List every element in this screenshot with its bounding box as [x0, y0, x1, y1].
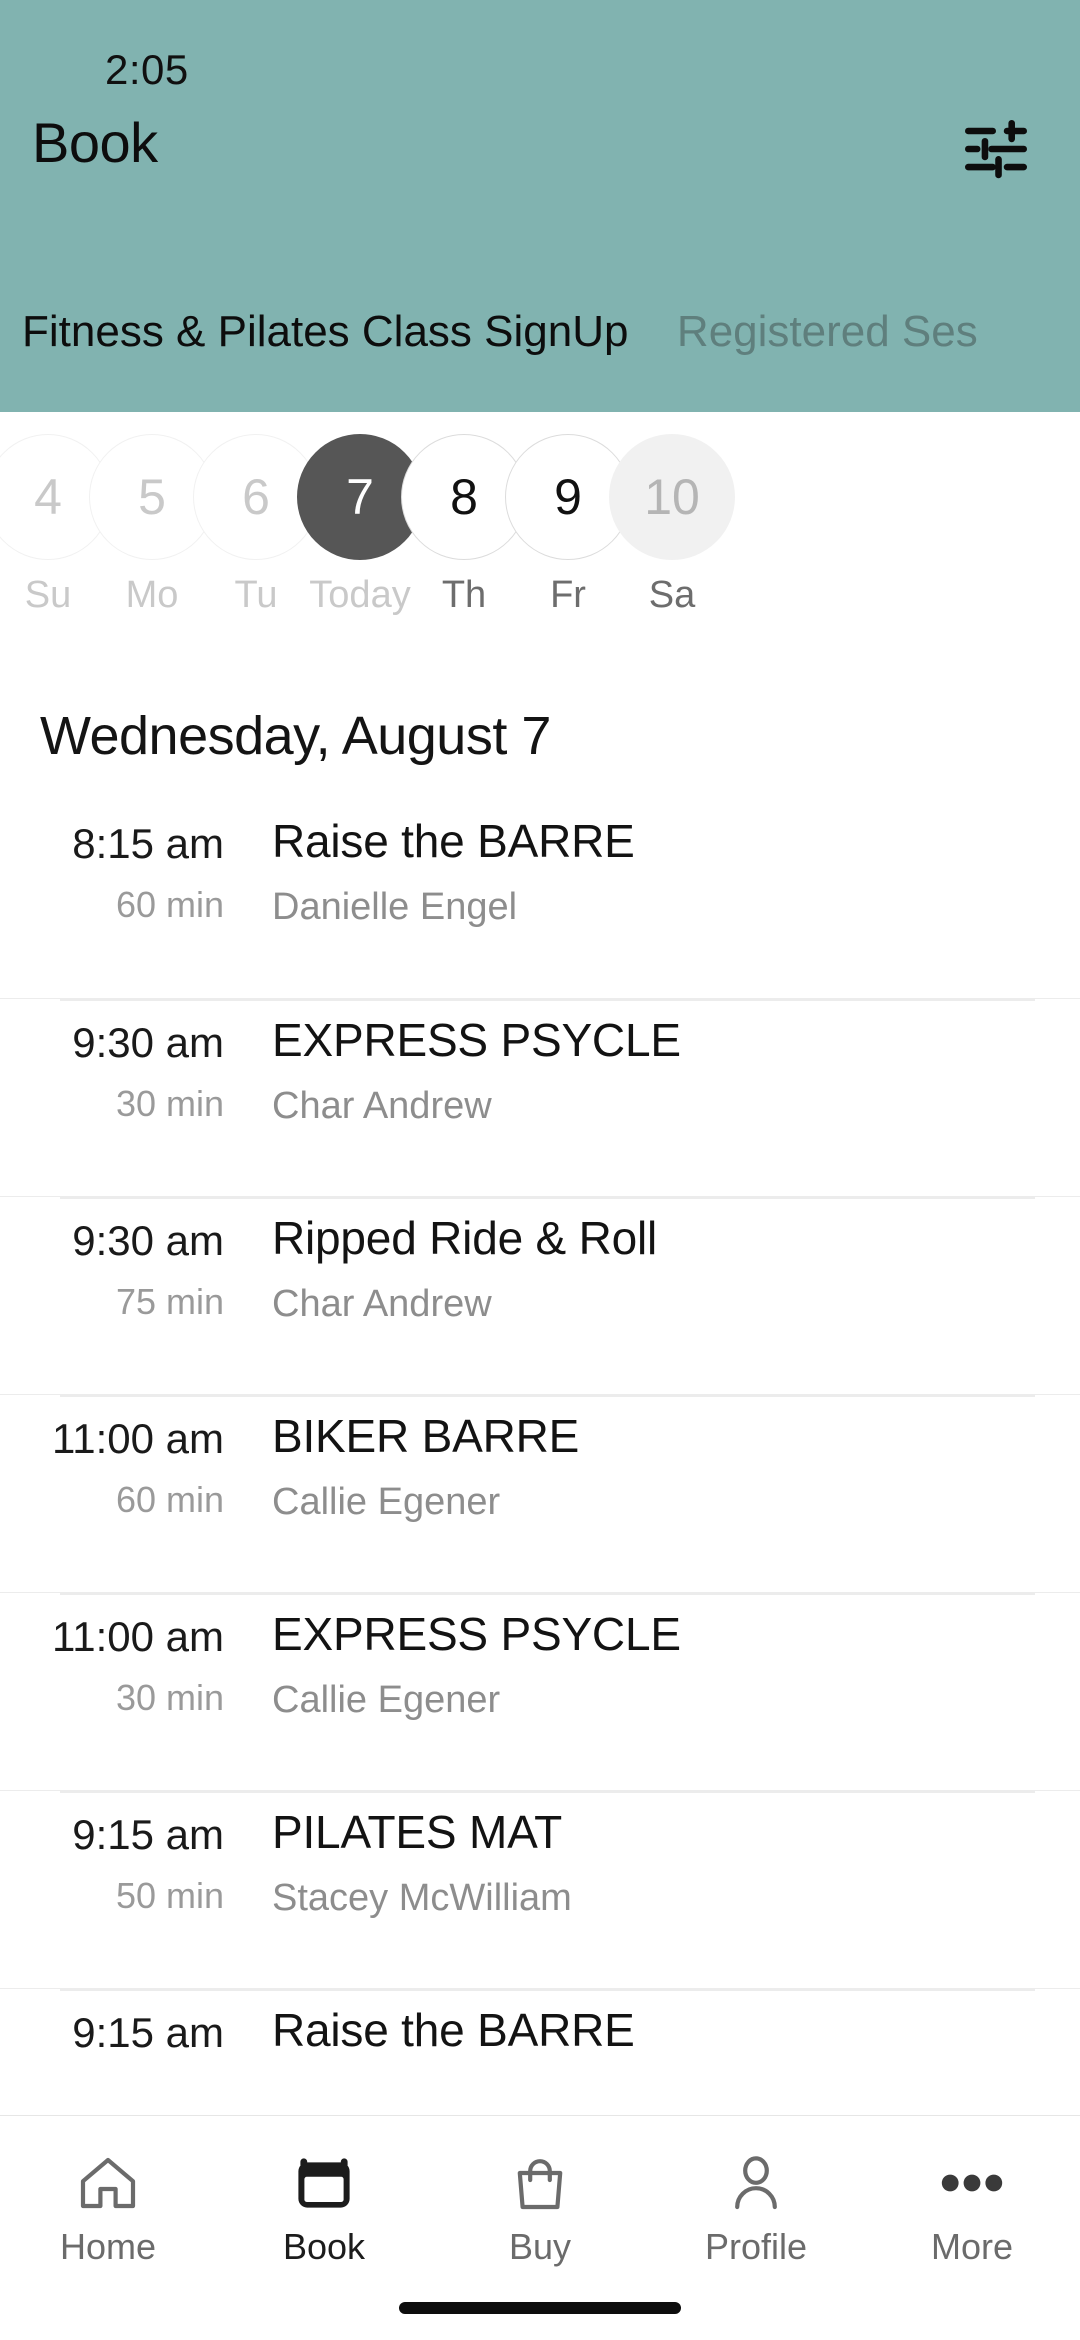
calendar-icon	[216, 2152, 432, 2214]
row-divider	[60, 1593, 1035, 1595]
tab-registered-sessions[interactable]: Registered Ses	[633, 286, 978, 378]
header-tabs[interactable]: Fitness & Pilates Class SignUp Registere…	[0, 286, 1080, 378]
row-divider	[60, 1395, 1035, 1397]
class-name: Raise the BARRE	[272, 2004, 635, 2056]
class-list[interactable]: 8:15 am 60 min Raise the BARRE Danielle …	[0, 800, 1080, 2340]
class-duration: 30 min	[115, 1083, 224, 1124]
class-duration: 60 min	[115, 1479, 224, 1520]
class-time-column: 9:15 am 50 min	[0, 1791, 224, 1917]
class-duration: 50 min	[115, 1875, 224, 1916]
row-divider	[60, 1197, 1035, 1199]
status-bar-clock: 2:05	[105, 46, 189, 93]
class-start-time: 8:15 am	[72, 820, 224, 867]
class-start-time: 9:15 am	[72, 1811, 224, 1858]
nav-item-book[interactable]: Book	[216, 2116, 432, 2268]
ellipsis-icon	[864, 2152, 1080, 2214]
class-time-column: 9:30 am 30 min	[0, 999, 224, 1125]
nav-item-profile[interactable]: Profile	[648, 2116, 864, 2268]
day-item-10[interactable]: 10 Sa	[597, 434, 747, 617]
class-instructor: Callie Egener	[272, 1679, 501, 1721]
row-divider	[60, 1989, 1035, 1991]
class-info-column: BIKER BARRE Callie Egener	[224, 1395, 1080, 1524]
class-start-time: 9:15 am	[72, 2009, 224, 2056]
page-title: Book	[32, 111, 158, 174]
day-weekday: Sa	[648, 574, 696, 616]
class-start-time: 11:00 am	[52, 1415, 224, 1462]
class-instructor: Char Andrew	[272, 1085, 492, 1127]
tab-fitness-pilates-class-signup[interactable]: Fitness & Pilates Class SignUp	[0, 286, 628, 378]
bottom-navigation[interactable]: Home Book Buy Profile More	[0, 2115, 1080, 2340]
class-name: EXPRESS PSYCLE	[272, 1014, 681, 1066]
nav-label: Profile	[704, 2226, 808, 2267]
tune-icon[interactable]	[960, 118, 1032, 180]
class-instructor: Danielle Engel	[272, 886, 518, 928]
class-start-time: 9:30 am	[72, 1217, 224, 1264]
app-header: 2:05 Book Fitness & Pilates Class SignUp…	[0, 0, 1080, 412]
nav-label: Book	[282, 2226, 366, 2267]
class-list-item[interactable]: 9:15 am 50 min PILATES MAT Stacey McWill…	[0, 1790, 1080, 1988]
phone-screen: 2:05 Book Fitness & Pilates Class SignUp…	[0, 0, 1080, 2340]
class-duration: 75 min	[115, 1281, 224, 1322]
class-duration: 60 min	[115, 884, 224, 925]
status-bar: 2:05	[0, 0, 1080, 96]
day-selector[interactable]: 4 Su 5 Mo 6 Tu 7 Today 8 Th 9 Fr 10 Sa	[0, 412, 1080, 652]
class-info-column: PILATES MAT Stacey McWilliam	[224, 1791, 1080, 1920]
class-list-item[interactable]: 9:30 am 30 min EXPRESS PSYCLE Char Andre…	[0, 998, 1080, 1196]
class-list-item[interactable]: 11:00 am 60 min BIKER BARRE Callie Egene…	[0, 1394, 1080, 1592]
class-name: PILATES MAT	[272, 1806, 563, 1858]
class-start-time: 9:30 am	[72, 1019, 224, 1066]
class-info-column: EXPRESS PSYCLE Callie Egener	[224, 1593, 1080, 1722]
day-number: 10	[609, 434, 735, 560]
app-bar: Book	[0, 96, 1080, 206]
schedule-date-heading: Wednesday, August 7	[40, 706, 551, 766]
home-indicator[interactable]	[399, 2302, 681, 2314]
nav-label: Home	[59, 2226, 157, 2267]
class-time-column: 9:15 am	[0, 1989, 224, 2073]
class-info-column: Ripped Ride & Roll Char Andrew	[224, 1197, 1080, 1326]
class-time-column: 11:00 am 60 min	[0, 1395, 224, 1521]
bag-icon	[432, 2152, 648, 2214]
class-start-time: 11:00 am	[52, 1613, 224, 1660]
class-info-column: Raise the BARRE Danielle Engel	[224, 800, 1080, 929]
row-divider	[60, 999, 1035, 1001]
nav-label: More	[930, 2226, 1014, 2267]
class-list-item[interactable]: 9:30 am 75 min Ripped Ride & Roll Char A…	[0, 1196, 1080, 1394]
nav-item-buy[interactable]: Buy	[432, 2116, 648, 2268]
class-instructor: Stacey McWilliam	[272, 1877, 572, 1919]
row-divider	[60, 1791, 1035, 1793]
class-time-column: 9:30 am 75 min	[0, 1197, 224, 1323]
home-icon	[0, 2152, 216, 2214]
class-name: BIKER BARRE	[272, 1410, 580, 1462]
nav-item-more[interactable]: More	[864, 2116, 1080, 2268]
nav-label: Buy	[508, 2226, 572, 2267]
class-instructor: Char Andrew	[272, 1283, 492, 1325]
class-time-column: 11:00 am 30 min	[0, 1593, 224, 1719]
class-list-item[interactable]: 11:00 am 30 min EXPRESS PSYCLE Callie Eg…	[0, 1592, 1080, 1790]
class-name: Ripped Ride & Roll	[272, 1212, 658, 1264]
class-instructor: Callie Egener	[272, 1481, 501, 1523]
nav-item-home[interactable]: Home	[0, 2116, 216, 2268]
class-list-item[interactable]: 8:15 am 60 min Raise the BARRE Danielle …	[0, 800, 1080, 998]
class-name: EXPRESS PSYCLE	[272, 1608, 681, 1660]
person-icon	[648, 2152, 864, 2214]
class-info-column: Raise the BARRE	[224, 1989, 1080, 2075]
class-duration: 30 min	[115, 1677, 224, 1718]
class-name: Raise the BARRE	[272, 815, 635, 867]
class-info-column: EXPRESS PSYCLE Char Andrew	[224, 999, 1080, 1128]
class-time-column: 8:15 am 60 min	[0, 800, 224, 926]
